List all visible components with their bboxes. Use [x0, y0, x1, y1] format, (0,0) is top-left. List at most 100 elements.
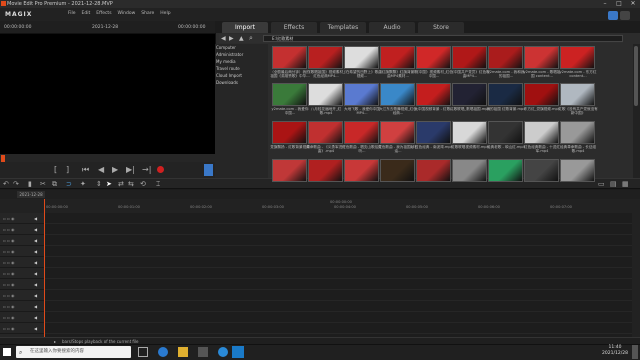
project-tab[interactable]: 2021-12-28	[17, 191, 45, 198]
track-header[interactable]: ▫ ▫ ◉ ◀	[0, 323, 44, 334]
delete-icon[interactable]: ▮	[28, 180, 32, 188]
track-header[interactable]: ▫ ▫ ◉ ◀	[0, 279, 44, 290]
scrubber-handle[interactable]	[1, 155, 5, 162]
media-thumbnail[interactable]	[416, 159, 451, 182]
task-view-icon[interactable]	[138, 347, 148, 357]
mode-icon-2[interactable]: ⇆	[128, 180, 134, 188]
media-thumbnail[interactable]	[344, 159, 379, 182]
mark-out-button[interactable]: ]	[66, 165, 69, 174]
media-thumbnail[interactable]	[524, 83, 559, 106]
media-thumbnail[interactable]	[380, 83, 415, 106]
track-solo-icon[interactable]: ◀	[34, 282, 37, 287]
media-thumbnail[interactable]	[272, 83, 307, 106]
media-thumbnail[interactable]	[524, 46, 559, 69]
pointer-icon[interactable]: ➤	[106, 180, 112, 188]
mode-icon-1[interactable]: ⇄	[118, 180, 124, 188]
track-controls-icon[interactable]: ▫ ▫ ◉	[3, 271, 14, 276]
play-button[interactable]: ▶	[112, 165, 118, 174]
browser-scrollbar[interactable]	[633, 44, 640, 178]
cut-icon[interactable]: ✂	[40, 180, 46, 188]
media-thumbnail[interactable]	[380, 121, 415, 144]
preview-scrubber[interactable]	[0, 154, 215, 162]
media-thumbnail[interactable]	[452, 83, 487, 106]
media-thumbnail[interactable]	[488, 46, 523, 69]
media-thumbnail[interactable]	[416, 121, 451, 144]
media-thumbnail[interactable]	[560, 121, 595, 144]
settings-icon[interactable]	[620, 11, 630, 20]
view-icon-1[interactable]: ▭	[598, 180, 605, 188]
scrollbar-thumb[interactable]	[634, 46, 638, 106]
track-header[interactable]: ▫ ▫ ◉ ◀	[0, 257, 44, 268]
menu-help[interactable]: Help	[160, 11, 170, 16]
media-thumbnail[interactable]	[308, 46, 343, 69]
mark-in-button[interactable]: [	[54, 165, 57, 174]
track-solo-icon[interactable]: ◀	[34, 249, 37, 254]
snap-icon[interactable]: ⌶	[156, 180, 160, 189]
sidebar-item-downloads[interactable]: Downloads	[216, 80, 238, 85]
media-thumbnail[interactable]	[344, 83, 379, 106]
tab-templates[interactable]: Templates	[320, 22, 366, 33]
menu-edit[interactable]: Edit	[82, 11, 91, 16]
magix-taskbar-icon[interactable]	[232, 346, 244, 358]
sidebar-item-travel-route[interactable]: Travel route	[216, 66, 240, 71]
track-solo-icon[interactable]: ◀	[34, 315, 37, 320]
menu-effects[interactable]: Effects	[96, 11, 111, 16]
store-icon[interactable]	[198, 347, 208, 357]
skip-end-button[interactable]: →|	[142, 165, 151, 174]
windows-start-icon[interactable]	[3, 348, 11, 356]
undo-icon[interactable]: ↶	[3, 180, 9, 188]
media-thumbnail[interactable]	[524, 121, 559, 144]
track-header[interactable]: ▫ ▫ ◉ ◀	[0, 301, 44, 312]
media-thumbnail[interactable]	[488, 121, 523, 144]
search-icon[interactable]: ⌕	[249, 34, 253, 43]
track-solo-icon[interactable]: ◀	[34, 216, 37, 221]
track-solo-icon[interactable]: ◀	[34, 293, 37, 298]
split-icon[interactable]: ⇕	[96, 180, 102, 188]
tab-effects[interactable]: Effects	[271, 22, 317, 33]
track-controls-icon[interactable]: ▫ ▫ ◉	[3, 282, 14, 287]
mode-icon-3[interactable]: ⟲	[140, 180, 146, 188]
marker-icon[interactable]: ✦	[80, 180, 86, 188]
tab-audio[interactable]: Audio	[369, 22, 415, 33]
timeline-ruler[interactable]: 00:00:00:00 00:00:00:00 00:00:01:00 00:0…	[0, 199, 640, 213]
track-controls-icon[interactable]: ▫ ▫ ◉	[3, 315, 14, 320]
file-explorer-icon[interactable]	[178, 347, 188, 357]
skip-start-button[interactable]: ⏮	[82, 165, 89, 175]
media-thumbnail[interactable]	[308, 121, 343, 144]
track-header[interactable]: ▫ ▫ ◉ ◀	[0, 213, 44, 224]
media-thumbnail[interactable]	[524, 159, 559, 182]
track-controls-icon[interactable]: ▫ ▫ ◉	[3, 216, 14, 221]
copy-icon[interactable]: ⧉	[52, 180, 57, 189]
sidebar-item-computer[interactable]: Computer	[216, 45, 236, 50]
track-header[interactable]: ▫ ▫ ◉ ◀	[0, 312, 44, 323]
track-header[interactable]: ▫ ▫ ◉ ◀	[0, 246, 44, 257]
step-forward-button[interactable]: ▶|	[126, 165, 135, 174]
playhead[interactable]	[44, 199, 45, 337]
view-icon-2[interactable]: ▤	[610, 180, 617, 188]
tab-store[interactable]: Store	[418, 22, 464, 33]
step-back-button[interactable]: ◀	[98, 165, 104, 174]
notification-icon[interactable]	[632, 345, 638, 359]
track-header[interactable]: ▫ ▫ ◉ ◀	[0, 235, 44, 246]
record-icon[interactable]	[157, 166, 164, 173]
track-controls-icon[interactable]: ▫ ▫ ◉	[3, 227, 14, 232]
media-thumbnail[interactable]	[452, 159, 487, 182]
track-controls-icon[interactable]: ▫ ▫ ◉	[3, 238, 14, 243]
timeline-tracks[interactable]	[44, 213, 632, 337]
user-icon[interactable]	[608, 11, 618, 20]
taskbar-search[interactable]: 在这里输入你要搜索的内容	[16, 346, 131, 358]
link-icon[interactable]: ⊃	[66, 180, 72, 188]
media-thumbnail[interactable]	[560, 159, 595, 182]
path-field[interactable]: E:\红歌素材	[263, 35, 623, 42]
track-solo-icon[interactable]: ◀	[34, 326, 37, 331]
sidebar-item-cloud-import[interactable]: Cloud Import	[216, 73, 242, 78]
track-solo-icon[interactable]: ◀	[34, 271, 37, 276]
sidebar-item-my-media[interactable]: My media	[216, 59, 236, 64]
track-solo-icon[interactable]: ◀	[34, 227, 37, 232]
redo-icon[interactable]: ↷	[13, 180, 19, 188]
sidebar-item-administrator[interactable]: Administrator	[216, 52, 243, 57]
track-controls-icon[interactable]: ▫ ▫ ◉	[3, 249, 14, 254]
media-thumbnail[interactable]	[416, 46, 451, 69]
media-thumbnail[interactable]	[452, 46, 487, 69]
timeline-scrollbar[interactable]	[632, 213, 640, 337]
